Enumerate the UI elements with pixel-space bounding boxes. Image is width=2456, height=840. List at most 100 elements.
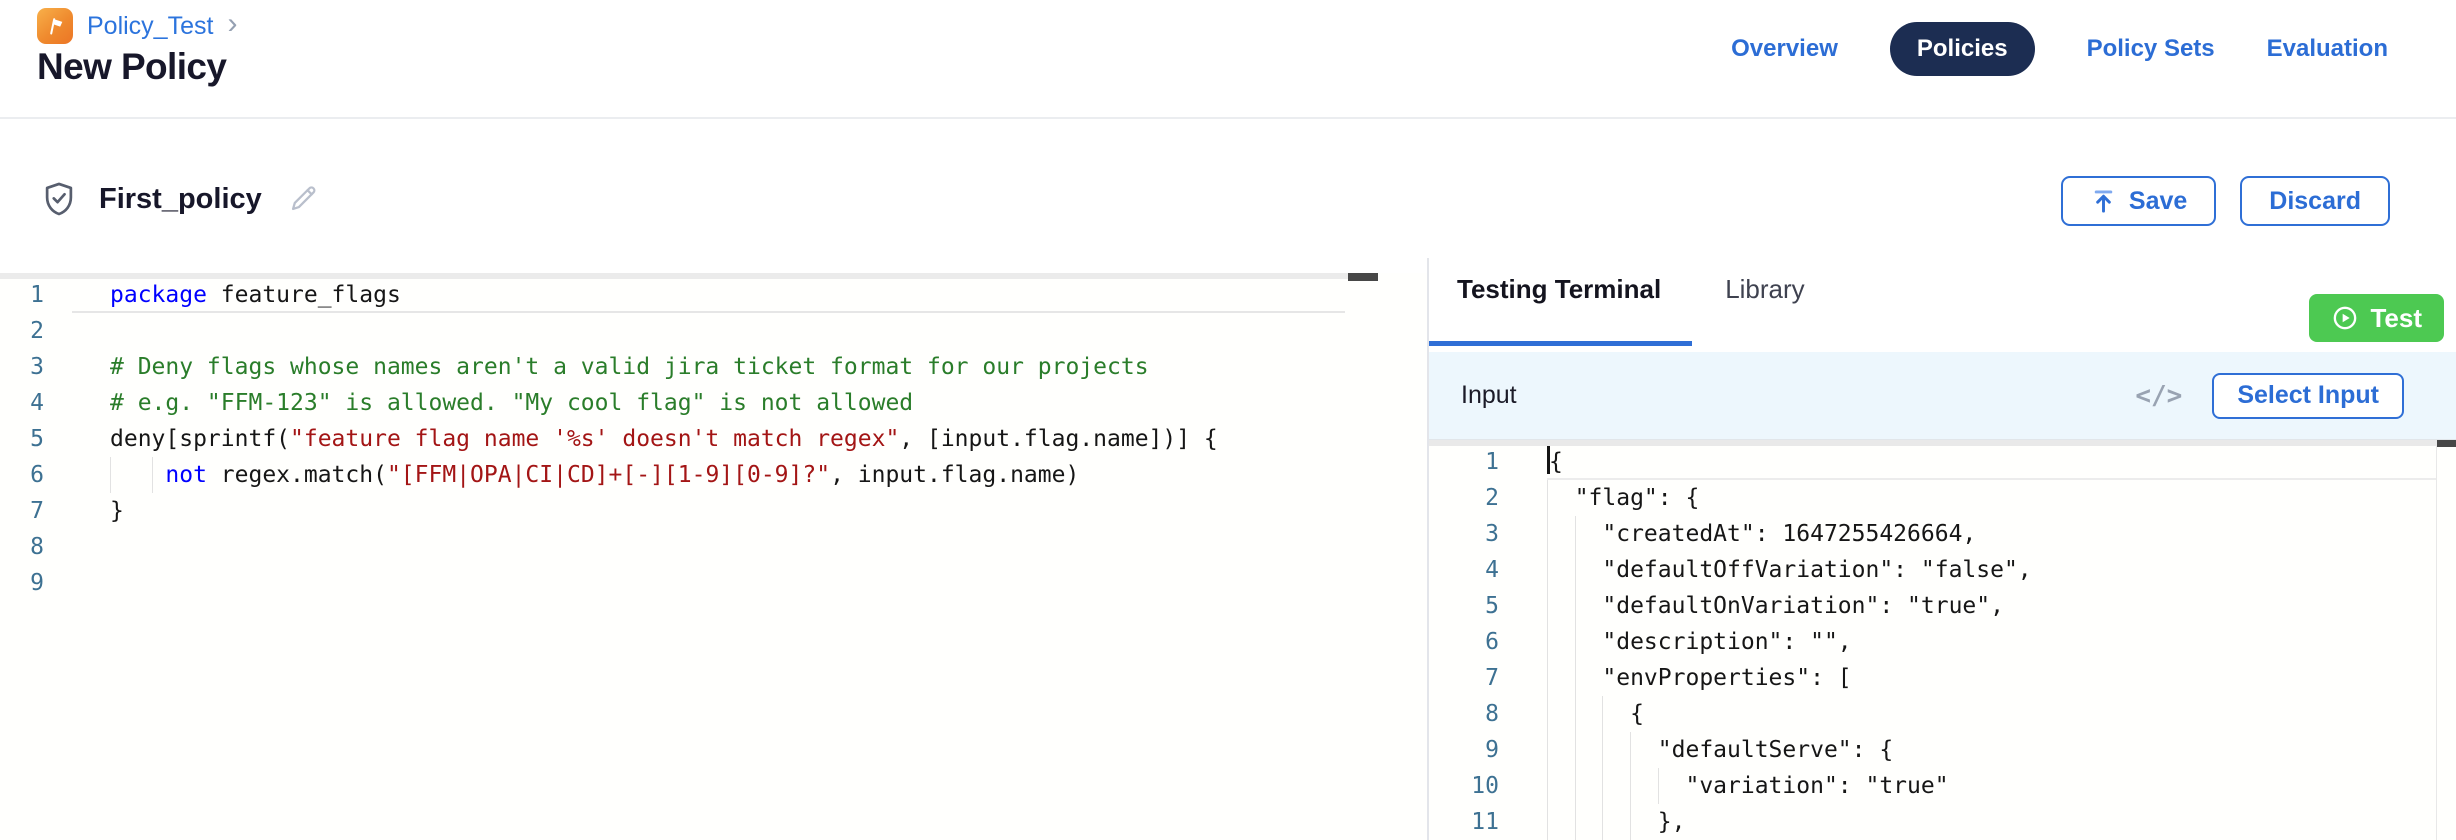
indent-guide <box>1630 804 1631 840</box>
token-pl: , [input.flag.name])] { <box>899 426 1218 452</box>
token-kw: package <box>110 282 207 308</box>
save-button[interactable]: Save <box>2061 176 2216 226</box>
new-policy-page: Policy_Test › New Policy OverviewPolicie… <box>0 0 2456 840</box>
upload-icon <box>2090 188 2117 215</box>
token-pl: deny[sprintf( <box>110 426 290 452</box>
token-pl: "defaultServe": { <box>1547 737 1893 763</box>
code-text: { <box>1547 444 2436 480</box>
token-cm: # e.g. "FFM-123" is allowed. "My cool fl… <box>110 390 913 416</box>
line-number: 8 <box>1429 696 1499 732</box>
top-nav: Overview Policies Policy Sets Evaluation <box>1731 22 2388 76</box>
indent-guide <box>1547 480 1548 516</box>
indent-guide <box>1630 732 1631 768</box>
indent-guide <box>1575 804 1576 840</box>
code-text: # Deny flags whose names aren't a valid … <box>110 349 1427 385</box>
code-text: "flag": { <box>1547 480 2436 516</box>
token-pl: { <box>1549 449 1563 475</box>
token-pl: "flag": { <box>1547 485 1699 511</box>
line-number: 1 <box>0 277 44 313</box>
terminal-tabs: Testing Terminal Library <box>1457 274 1805 305</box>
testing-panel: Testing Terminal Library Test Input </> S… <box>1427 258 2456 840</box>
discard-button[interactable]: Discard <box>2240 176 2390 226</box>
code-line-10: 10 "variation": "true" <box>1429 768 2436 804</box>
line-number: 10 <box>1429 768 1499 804</box>
indent-guide <box>1547 516 1548 552</box>
input-editor-top-shadow <box>1429 440 2437 446</box>
code-view-icon[interactable]: </> <box>2135 381 2182 411</box>
policy-title-row: First_policy <box>40 180 320 218</box>
code-line-8: 8 <box>0 529 1427 565</box>
code-text: } <box>110 493 1427 529</box>
edit-name-pencil-icon[interactable] <box>286 182 320 216</box>
line-number: 4 <box>1429 552 1499 588</box>
code-line-4: 4 "defaultOffVariation": "false", <box>1429 552 2436 588</box>
indent-guide <box>1575 516 1576 552</box>
code-line-4: 4# e.g. "FFM-123" is allowed. "My cool f… <box>0 385 1427 421</box>
input-editor-overview-ruler-marker[interactable] <box>2437 440 2456 447</box>
line-number: 9 <box>1429 732 1499 768</box>
token-cm: # Deny flags whose names aren't a valid … <box>110 354 1149 380</box>
line-number: 6 <box>0 457 44 493</box>
discard-button-label: Discard <box>2269 187 2361 216</box>
token-pl: { <box>1547 701 1644 727</box>
code-text: package feature_flags <box>110 277 1427 313</box>
line-number: 5 <box>1429 588 1499 624</box>
code-text: { <box>1547 696 2436 732</box>
breadcrumb-chevron-icon: › <box>227 9 237 39</box>
input-editor-scrollbar-gutter <box>2436 446 2437 840</box>
line-number: 5 <box>0 421 44 457</box>
indent-guide <box>1547 660 1548 696</box>
indent-guide <box>1575 732 1576 768</box>
code-text: "defaultOffVariation": "false", <box>1547 552 2436 588</box>
line-number: 1 <box>1429 444 1499 480</box>
token-pl: "description": "", <box>1547 629 1852 655</box>
tab-library[interactable]: Library <box>1725 274 1804 305</box>
code-line-7: 7 "envProperties": [ <box>1429 660 2436 696</box>
token-pl: regex.match( <box>207 462 387 488</box>
indent-guide <box>1575 768 1576 804</box>
breadcrumb-project-link[interactable]: Policy_Test <box>87 12 213 41</box>
code-line-9: 9 "defaultServe": { <box>1429 732 2436 768</box>
indent-guide <box>1575 660 1576 696</box>
token-st: "feature flag name '%s' doesn't match re… <box>290 426 899 452</box>
token-pl: } <box>110 498 124 524</box>
code-line-3: 3 "createdAt": 1647255426664, <box>1429 516 2436 552</box>
line-number: 8 <box>0 529 44 565</box>
line-number: 9 <box>0 565 44 601</box>
code-line-5: 5 deny[sprintf("feature flag name '%s' do… <box>0 421 1427 457</box>
indent-guide <box>1575 588 1576 624</box>
policy-code-editor[interactable]: 1 package feature_flags 23 # Deny flags who… <box>0 273 1427 840</box>
indent-guide <box>1547 732 1548 768</box>
select-input-button[interactable]: Select Input <box>2212 373 2404 419</box>
shield-check-icon <box>40 180 78 218</box>
test-button-label: Test <box>2370 303 2422 334</box>
nav-tab-overview[interactable]: Overview <box>1731 35 1838 63</box>
test-button[interactable]: Test <box>2309 294 2444 342</box>
token-kw: not <box>165 462 207 488</box>
token-st: "[FFM|OPA|CI|CD]+[-][1-9][0-9]?" <box>387 462 830 488</box>
code-text <box>110 565 1427 601</box>
code-line-1: 1 package feature_flags <box>0 277 1427 313</box>
indent-guide <box>1602 768 1603 804</box>
line-number: 2 <box>0 313 44 349</box>
nav-tab-evaluation[interactable]: Evaluation <box>2267 35 2388 63</box>
indent-guide <box>1575 552 1576 588</box>
code-line-5: 5 "defaultOnVariation": "true", <box>1429 588 2436 624</box>
play-circle-icon <box>2331 304 2359 332</box>
code-text: "defaultServe": { <box>1547 732 2436 768</box>
input-json-editor[interactable]: 1{2 "flag": {3 "createdAt": 164725542666… <box>1429 440 2456 840</box>
editor-overview-ruler-marker[interactable] <box>1348 273 1378 281</box>
line-number: 3 <box>0 349 44 385</box>
token-pl: feature_flags <box>207 282 401 308</box>
tab-testing-terminal[interactable]: Testing Terminal <box>1457 274 1661 305</box>
line-number: 6 <box>1429 624 1499 660</box>
breadcrumb: Policy_Test › <box>37 8 237 44</box>
nav-tab-policy-sets[interactable]: Policy Sets <box>2087 35 2215 63</box>
input-label: Input <box>1461 381 1517 410</box>
indent-guide <box>1602 732 1603 768</box>
nav-tab-policies[interactable]: Policies <box>1890 22 2035 76</box>
line-number: 7 <box>0 493 44 529</box>
indent-guide <box>110 457 111 493</box>
token-pl: }, <box>1547 809 1685 835</box>
policy-actions: Save Discard <box>2061 176 2390 226</box>
